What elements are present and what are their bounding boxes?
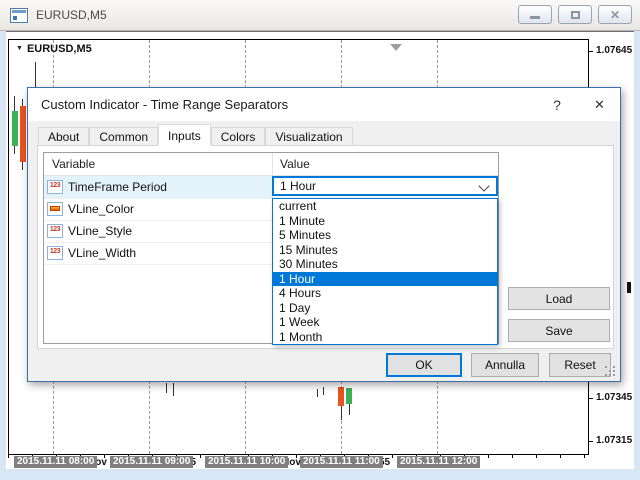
dropdown-option-1-month[interactable]: 1 Month: [273, 330, 497, 345]
dialog-close-button[interactable]: ✕: [588, 94, 610, 116]
close-button[interactable]: [598, 5, 632, 24]
chart-window-icon: [10, 8, 28, 23]
price-label: 1.07345: [596, 392, 632, 403]
candle-wick: [317, 389, 318, 397]
numeric-parameter-icon: 123: [47, 224, 63, 238]
minimize-button[interactable]: [518, 5, 552, 24]
close-icon: [610, 9, 620, 21]
time-axis[interactable]: Nov 55 Nov 55 2015.11.11 08:00 2015.11.1…: [8, 454, 632, 469]
restore-button[interactable]: [558, 5, 592, 24]
numeric-parameter-icon: 123: [47, 246, 63, 260]
dialog-tabs: About Common Inputs Colors Visualization: [38, 124, 353, 145]
numeric-parameter-icon: 123: [47, 180, 63, 194]
dropdown-option-current[interactable]: current: [273, 199, 497, 214]
dialog-titlebar: Custom Indicator - Time Range Separators…: [28, 88, 620, 121]
price-tick: [588, 51, 593, 52]
dialog-title: Custom Indicator - Time Range Separators: [41, 88, 288, 121]
restore-icon: [571, 11, 580, 19]
chart-marker-triangle-icon: [390, 44, 402, 51]
reset-button[interactable]: Reset: [549, 353, 611, 377]
candle-wick: [166, 383, 167, 393]
combobox-value: 1 Hour: [280, 178, 316, 194]
dialog-help-button[interactable]: ?: [546, 94, 568, 116]
resize-grip[interactable]: [605, 366, 617, 378]
price-tick: [588, 441, 593, 442]
ok-button[interactable]: OK: [386, 353, 462, 377]
minimize-icon: [530, 16, 540, 19]
window-controls: [518, 5, 632, 24]
dropdown-option-4-hours[interactable]: 4 Hours: [273, 286, 497, 301]
table-header: Variable Value: [44, 153, 498, 176]
price-label: 1.07315: [596, 435, 632, 446]
price-label: 1.07645: [596, 45, 632, 56]
tab-common[interactable]: Common: [89, 127, 158, 145]
cancel-button[interactable]: Annulla: [471, 353, 539, 377]
column-header-variable: Variable: [52, 153, 95, 175]
window-title: EURUSD,M5: [36, 8, 107, 22]
candle-wick: [173, 383, 174, 396]
column-header-value: Value: [280, 153, 310, 175]
candle-wick: [323, 387, 324, 395]
tab-visualization[interactable]: Visualization: [265, 127, 352, 145]
variable-name: VLine_Width: [68, 246, 136, 260]
price-tick: [588, 398, 593, 399]
bear-candle: [20, 106, 26, 162]
timeframe-combobox[interactable]: 1 Hour: [272, 176, 498, 196]
metatrader-chart-window: EURUSD,M5 ▼EURUSD,M5: [0, 0, 640, 480]
bull-candle: [346, 388, 352, 404]
chart-symbol-label: ▼EURUSD,M5: [16, 43, 92, 55]
dropdown-option-1-week[interactable]: 1 Week: [273, 315, 497, 330]
candle-wick: [35, 62, 36, 90]
separator-time-label: 2015.11.11 12:00: [397, 456, 480, 468]
dropdown-option-1-minute[interactable]: 1 Minute: [273, 214, 497, 229]
timeframe-dropdown-list: current 1 Minute 5 Minutes 15 Minutes 30…: [272, 198, 498, 345]
bear-candle: [338, 387, 344, 406]
bull-candle: [12, 111, 18, 146]
symbol-dropdown-icon: ▼: [16, 45, 23, 52]
tab-colors[interactable]: Colors: [211, 127, 266, 145]
custom-indicator-dialog: Custom Indicator - Time Range Separators…: [27, 87, 621, 382]
dropdown-option-1-day[interactable]: 1 Day: [273, 301, 497, 316]
variable-name: TimeFrame Period: [68, 180, 167, 194]
variable-name: VLine_Color: [68, 202, 134, 216]
tab-about[interactable]: About: [38, 127, 89, 145]
separator-time-label: 2015.11.11 08:00: [14, 456, 97, 468]
window-titlebar: EURUSD,M5: [0, 0, 640, 31]
separator-time-label: 2015.11.11 09:00: [110, 456, 193, 468]
close-icon: ✕: [594, 97, 605, 112]
separator-time-label: 2015.11.11 11:00: [300, 456, 383, 468]
dropdown-option-5-minutes[interactable]: 5 Minutes: [273, 228, 497, 243]
chevron-down-icon: [478, 180, 489, 191]
color-swatch-icon: [47, 202, 63, 216]
dropdown-option-15-minutes[interactable]: 15 Minutes: [273, 243, 497, 258]
dropdown-option-1-hour[interactable]: 1 Hour: [273, 272, 497, 287]
dropdown-option-30-minutes[interactable]: 30 Minutes: [273, 257, 497, 272]
load-button[interactable]: Load: [508, 287, 610, 310]
inputs-tab-panel: Variable Value 123 TimeFrame Period VLine…: [37, 145, 614, 349]
right-edge-marker: [627, 282, 631, 293]
variable-name: VLine_Style: [68, 224, 132, 238]
separator-time-label: 2015.11.11 10:00: [205, 456, 288, 468]
tab-inputs[interactable]: Inputs: [158, 124, 211, 146]
save-button[interactable]: Save: [508, 319, 610, 342]
